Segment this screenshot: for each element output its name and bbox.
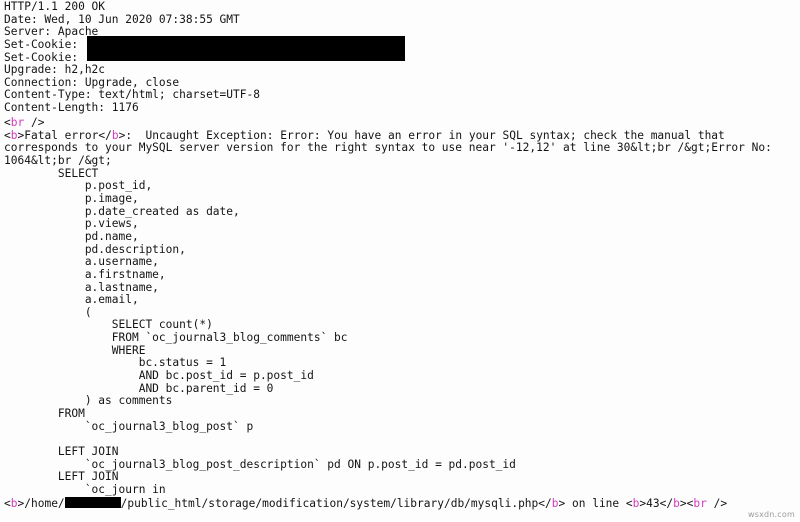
line-b-close-gt: > bbox=[679, 496, 687, 510]
http-header-upgrade: Upgrade: h2,h2c bbox=[4, 63, 106, 77]
on-line-text: on line bbox=[565, 496, 626, 510]
stack-trace-line: <b>/home//public_html/storage/modificati… bbox=[4, 496, 797, 511]
http-status-line: HTTP/1.1 200 OK bbox=[4, 0, 106, 13]
trailing-br-close: /> bbox=[706, 496, 728, 510]
trailing-br-tag-name: br bbox=[693, 496, 707, 510]
b-close-tag-name: b bbox=[111, 128, 119, 142]
b-open-tag-name: b bbox=[10, 128, 18, 142]
fatal-error-label: Fatal error bbox=[24, 128, 99, 142]
response-body-block: <br /> <b>Fatal error</b>: Uncaught Exce… bbox=[4, 116, 797, 511]
b-close-angle: </ bbox=[98, 128, 112, 142]
http-header-content-length: Content-Length: 1176 bbox=[4, 101, 139, 115]
br-tag-close: /> bbox=[24, 116, 45, 129]
trace-b-open-angle: < bbox=[4, 496, 11, 510]
username-redaction-bar bbox=[64, 496, 121, 508]
sql-query-block: SELECT p.post_id, p.image, p.date_create… bbox=[57, 166, 516, 497]
b-open-angle: < bbox=[4, 128, 11, 142]
file-path-prefix: /home/ bbox=[24, 496, 65, 510]
file-path-suffix: /public_html/storage/modification/system… bbox=[120, 496, 539, 510]
line-b-open-angle: < bbox=[625, 496, 633, 510]
angle-open-bracket: < bbox=[4, 116, 11, 129]
error-line-number: 43 bbox=[646, 496, 660, 510]
line-b-close-tag-name: b bbox=[673, 496, 680, 510]
trace-b-close-angle: </ bbox=[538, 496, 552, 510]
site-watermark: wsxdn.com bbox=[747, 510, 795, 519]
trace-b-close-tag-name: b bbox=[551, 496, 559, 510]
fatal-error-paragraph: <b>Fatal error</b>: Uncaught Exception: … bbox=[4, 128, 797, 168]
http-response-viewer: HTTP/1.1 200 OK Date: Wed, 10 Jun 2020 0… bbox=[0, 0, 800, 522]
br-tag-name: br bbox=[10, 116, 25, 129]
set-cookie-redaction-bar bbox=[87, 36, 405, 61]
trace-b-open-tag-name: b bbox=[10, 496, 18, 510]
line-b-close-angle: </ bbox=[659, 496, 674, 510]
